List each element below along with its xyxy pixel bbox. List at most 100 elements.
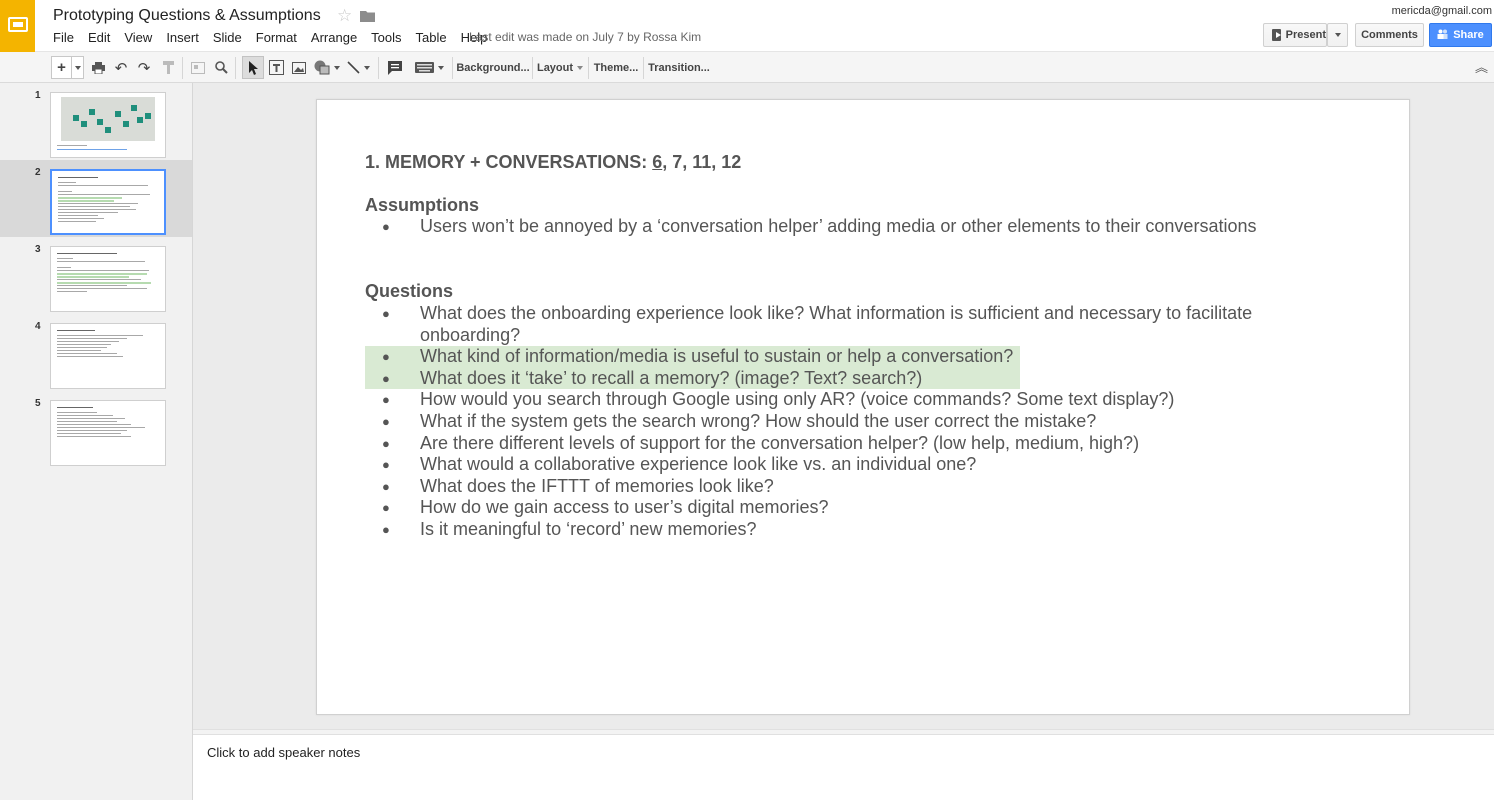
collapse-toolbar-icon[interactable]: ︽ (1475, 57, 1488, 76)
questions-list[interactable]: What does the onboarding experience look… (365, 303, 1325, 541)
chevron-down-icon (74, 65, 81, 70)
assumptions-list[interactable]: Users won’t be annoyed by a ‘conversatio… (365, 216, 1325, 238)
thumb-line (58, 194, 150, 195)
background-button[interactable]: Background... (456, 56, 529, 79)
theme-button[interactable]: Theme... (593, 56, 639, 79)
chevron-down-icon (438, 65, 444, 70)
menu-view[interactable]: View (117, 30, 159, 45)
slide-thumbnail-1[interactable]: 1 (0, 83, 192, 160)
slide-number: 1 (35, 90, 41, 101)
slide-heading[interactable]: 1. MEMORY + CONVERSATIONS: 6, 7, 11, 12 (365, 152, 741, 173)
new-slide-button[interactable]: + (51, 56, 72, 79)
thumb-line (57, 412, 97, 413)
thumb-line (57, 407, 93, 408)
redo-icon[interactable]: ↷ (135, 56, 153, 79)
question-item-highlighted: What kind of information/media is useful… (365, 346, 1020, 368)
slide-preview (50, 323, 166, 389)
menu-arrange[interactable]: Arrange (304, 30, 364, 45)
toolbar-divider (452, 57, 453, 79)
thumb-line (57, 427, 145, 428)
thumb-line (58, 206, 130, 207)
thumb-line (58, 185, 148, 186)
thumb-line (57, 253, 117, 254)
assumptions-title[interactable]: Assumptions (365, 195, 479, 216)
keyboard-icon[interactable] (412, 56, 436, 79)
menu-edit[interactable]: Edit (81, 30, 117, 45)
paint-format-icon[interactable] (159, 56, 177, 79)
question-item: What does the onboarding experience look… (365, 303, 1325, 346)
chevron-down-icon (1334, 33, 1341, 37)
shape-dropdown[interactable] (333, 56, 341, 79)
menu-slide[interactable]: Slide (206, 30, 249, 45)
slide-preview (50, 400, 166, 466)
slide-canvas[interactable]: 1. MEMORY + CONVERSATIONS: 6, 7, 11, 12 … (316, 99, 1410, 715)
slide-preview (50, 246, 166, 312)
image-icon[interactable] (289, 56, 309, 79)
toolbar-divider (182, 57, 183, 79)
last-edit-link[interactable]: Last edit was made on July 7 by Rossa Ki… (469, 30, 701, 45)
undo-icon[interactable]: ↶ (112, 56, 130, 79)
photo-thumbnail (61, 97, 155, 141)
thumb-line (57, 291, 87, 292)
share-button[interactable]: Share (1429, 23, 1492, 47)
thumb-line (57, 433, 121, 434)
zoom-icon[interactable] (212, 56, 230, 79)
slide-thumbnail-2[interactable]: 2 (0, 160, 192, 237)
comment-icon[interactable] (385, 56, 405, 79)
thumb-line (58, 221, 96, 222)
toolbar: + ↶ ↷ Background... Layout Theme... Tran… (0, 52, 1494, 83)
fit-icon[interactable] (189, 56, 207, 79)
menu-bar: File Edit View Insert Slide Format Arran… (46, 30, 494, 45)
share-label: Share (1453, 29, 1484, 41)
chevron-down-icon (364, 65, 370, 70)
slide-canvas-area: 1. MEMORY + CONVERSATIONS: 6, 7, 11, 12 … (193, 83, 1494, 729)
menu-file[interactable]: File (46, 30, 81, 45)
new-slide-dropdown[interactable] (72, 56, 84, 79)
text-box-icon[interactable] (266, 56, 286, 79)
present-button[interactable]: Present (1263, 23, 1327, 47)
slide-thumbnail-4[interactable]: 4 (0, 314, 192, 391)
present-dropdown-button[interactable] (1327, 23, 1348, 47)
toolbar-divider (643, 57, 644, 79)
chevron-down-icon (577, 65, 584, 70)
thumb-line (57, 145, 87, 146)
thumb-line (58, 200, 114, 202)
menu-format[interactable]: Format (249, 30, 304, 45)
star-icon[interactable]: ☆ (337, 6, 352, 26)
questions-title[interactable]: Questions (365, 281, 453, 302)
slide-thumbnail-3[interactable]: 3 (0, 237, 192, 314)
layout-button[interactable]: Layout (537, 56, 584, 79)
transition-button[interactable]: Transition... (648, 56, 710, 79)
heading-underlined-number: 6 (652, 152, 663, 172)
thumb-line (58, 218, 104, 219)
heading-suffix: , 7, 11, 12 (662, 152, 742, 172)
print-icon[interactable] (89, 56, 107, 79)
shape-icon[interactable] (311, 56, 333, 79)
input-tools-dropdown[interactable] (436, 56, 446, 79)
folder-icon[interactable] (360, 9, 375, 27)
thumb-line (57, 436, 131, 437)
comments-button[interactable]: Comments (1355, 23, 1424, 47)
thumb-line (57, 273, 147, 275)
question-item: What does the IFTTT of memories look lik… (365, 476, 1325, 498)
thumb-line (57, 347, 107, 348)
line-dropdown[interactable] (363, 56, 371, 79)
menu-insert[interactable]: Insert (159, 30, 206, 45)
thumb-line (57, 424, 131, 425)
present-label: Present (1285, 29, 1326, 41)
menu-tools[interactable]: Tools (364, 30, 408, 45)
speaker-notes-placeholder[interactable]: Click to add speaker notes (207, 745, 360, 760)
thumb-line (58, 177, 98, 178)
menu-table[interactable]: Table (409, 30, 454, 45)
slide-thumbnail-5[interactable]: 5 (0, 391, 192, 468)
thumb-line (57, 330, 95, 331)
toolbar-divider (378, 57, 379, 79)
line-icon[interactable] (344, 56, 362, 79)
account-email[interactable]: mericda@gmail.com (1392, 5, 1492, 17)
select-cursor-icon[interactable] (242, 56, 264, 79)
speaker-notes-area[interactable]: Click to add speaker notes (193, 735, 1494, 800)
assumption-item: Users won’t be annoyed by a ‘conversatio… (365, 216, 1325, 238)
header-bar: Prototyping Questions & Assumptions ☆ Fi… (0, 0, 1494, 52)
document-title[interactable]: Prototyping Questions & Assumptions (53, 7, 321, 25)
slides-logo-icon[interactable] (0, 0, 35, 52)
